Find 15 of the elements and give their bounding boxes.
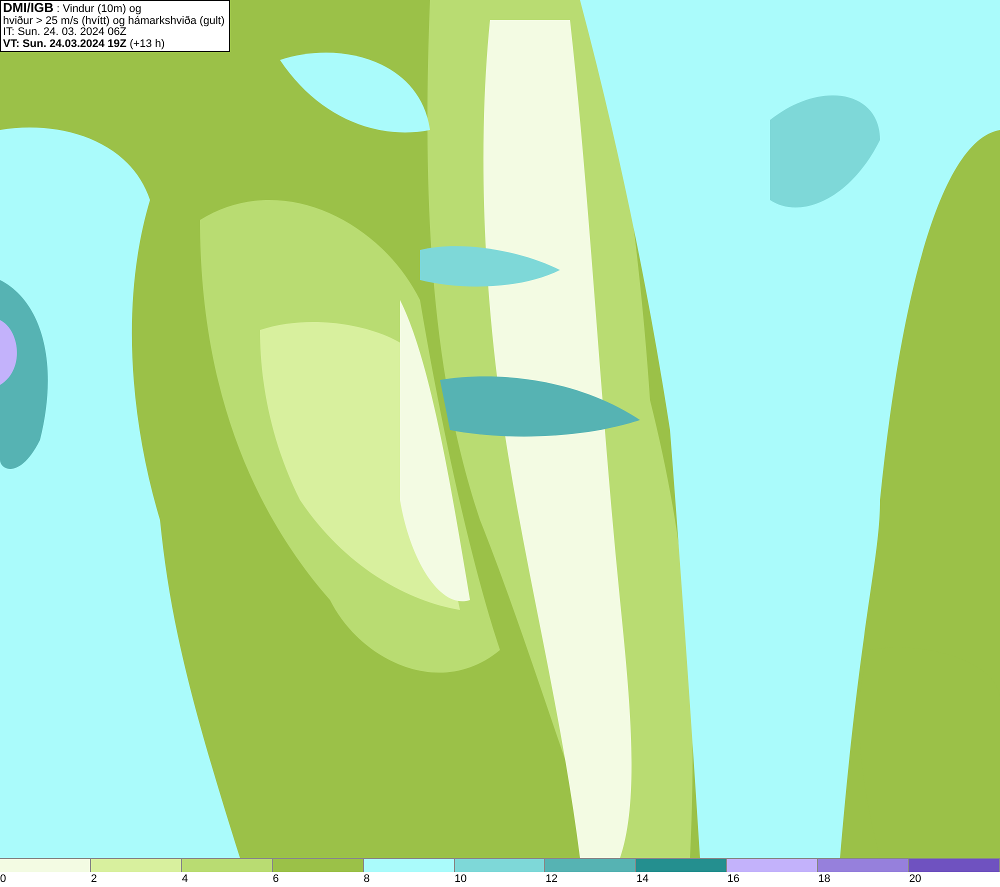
title-line: hviður > 25 m/s (hvítt) og hámarkshviða (gult): [3, 16, 225, 27]
title-line: DMI/IGB : Vindur (10m) og: [3, 2, 142, 16]
legend-label: 18: [818, 873, 830, 885]
legend-label: 10: [454, 873, 467, 885]
legend-label: 20: [909, 873, 922, 885]
legend-label: 14: [636, 873, 649, 885]
legend-label: 0: [0, 873, 6, 885]
title-line: VT: Sun. 24.03.2024 19Z (+13 h): [3, 38, 166, 50]
legend-label: 16: [727, 873, 740, 885]
title-line: IT: Sun. 24. 03. 2024 06Z: [3, 27, 128, 38]
legend-label: 8: [364, 873, 370, 885]
legend-label: 12: [545, 873, 558, 885]
legend-label: 6: [272, 873, 279, 885]
legend-label: 4: [182, 873, 188, 885]
legend-label: 2: [90, 873, 98, 885]
